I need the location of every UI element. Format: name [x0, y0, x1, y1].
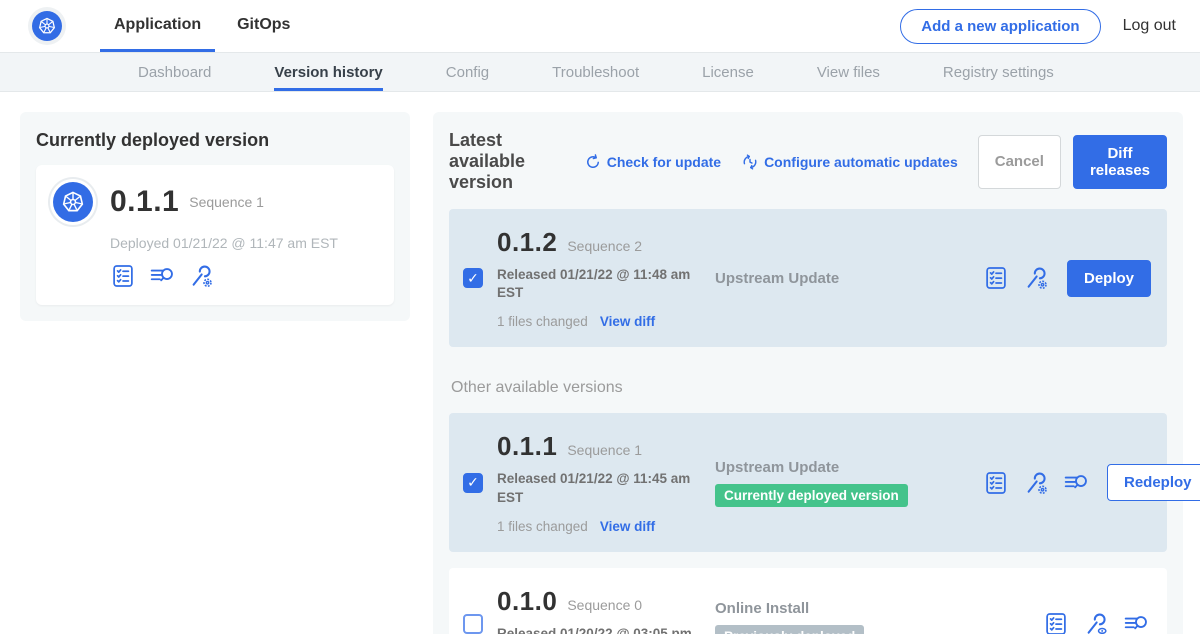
- configure-automatic-updates-link[interactable]: Configure automatic updates: [741, 153, 958, 171]
- version-sequence: Sequence 2: [567, 238, 642, 254]
- edit-config-icon[interactable]: [1023, 470, 1049, 496]
- deployed-timestamp: Deployed 01/21/22 @ 11:47 am EST: [110, 235, 378, 251]
- other-versions-label: Other available versions: [451, 379, 1167, 397]
- version-number: 0.1.2: [497, 227, 557, 258]
- preflight-checks-icon[interactable]: [1043, 611, 1069, 634]
- tab-config[interactable]: Config: [446, 53, 489, 91]
- version-sequence: Sequence 0: [567, 597, 642, 613]
- sub-nav: Dashboard Version history Config Trouble…: [0, 52, 1200, 92]
- app-logo[interactable]: [28, 7, 66, 45]
- deployed-version-number: 0.1.1: [110, 185, 179, 219]
- view-config-icon[interactable]: [1083, 611, 1109, 634]
- tab-license[interactable]: License: [702, 53, 754, 91]
- redeploy-button[interactable]: Redeploy: [1107, 464, 1200, 501]
- deploy-logs-icon[interactable]: [149, 263, 175, 289]
- version-released: Released 01/21/22 @ 11:45 am EST: [497, 470, 697, 506]
- version-released: Released 01/20/22 @ 03:05 pm EST: [497, 625, 697, 634]
- previously-deployed-badge: Previously deployed: [715, 625, 864, 634]
- deploy-logs-icon[interactable]: [1063, 470, 1089, 496]
- refresh-icon: [584, 153, 602, 171]
- cancel-button[interactable]: Cancel: [978, 135, 1061, 189]
- logout-link[interactable]: Log out: [1123, 17, 1176, 35]
- tab-troubleshoot[interactable]: Troubleshoot: [552, 53, 639, 91]
- version-checkbox[interactable]: ✓: [463, 268, 483, 288]
- tab-dashboard[interactable]: Dashboard: [138, 53, 211, 91]
- currently-deployed-panel: Currently deployed version 0.1.1 Sequenc…: [20, 112, 410, 321]
- currently-deployed-badge: Currently deployed version: [715, 484, 908, 507]
- edit-config-icon[interactable]: [188, 263, 214, 289]
- version-number: 0.1.0: [497, 586, 557, 617]
- version-checkbox[interactable]: ✓: [463, 473, 483, 493]
- available-versions-panel: Latest available version Check for updat…: [433, 112, 1183, 634]
- view-diff-link[interactable]: View diff: [600, 314, 655, 329]
- clock-refresh-icon: [741, 153, 759, 171]
- deploy-button[interactable]: Deploy: [1067, 260, 1151, 297]
- files-changed: 1 files changed: [497, 314, 588, 329]
- latest-available-title: Latest available version: [449, 130, 570, 193]
- check-for-update-link[interactable]: Check for update: [584, 153, 721, 171]
- deployed-sequence: Sequence 1: [189, 194, 264, 210]
- version-released: Released 01/21/22 @ 11:48 am EST: [497, 266, 697, 302]
- diff-releases-button[interactable]: Diff releases: [1073, 135, 1167, 189]
- tab-view-files[interactable]: View files: [817, 53, 880, 91]
- preflight-checks-icon[interactable]: [983, 470, 1009, 496]
- preflight-checks-icon[interactable]: [983, 265, 1009, 291]
- currently-deployed-title: Currently deployed version: [36, 130, 394, 151]
- app-icon: [50, 179, 96, 225]
- version-number: 0.1.1: [497, 431, 557, 462]
- preflight-checks-icon[interactable]: [110, 263, 136, 289]
- tab-version-history[interactable]: Version history: [274, 53, 382, 91]
- files-changed: 1 files changed: [497, 519, 588, 534]
- kubernetes-icon: [53, 182, 93, 222]
- top-nav-tabs: Application GitOps: [100, 0, 304, 52]
- version-row-0-1-0: 0.1.0 Sequence 0 Released 01/20/22 @ 03:…: [449, 568, 1167, 634]
- kubernetes-icon: [32, 11, 62, 41]
- top-nav: Application GitOps Add a new application…: [0, 0, 1200, 52]
- version-source: Upstream Update: [715, 270, 983, 287]
- version-checkbox[interactable]: [463, 614, 483, 634]
- tab-application[interactable]: Application: [100, 0, 215, 52]
- version-row-0-1-1: ✓ 0.1.1 Sequence 1 Released 01/21/22 @ 1…: [449, 413, 1167, 551]
- version-sequence: Sequence 1: [567, 442, 642, 458]
- deployed-version-card: 0.1.1 Sequence 1 Deployed 01/21/22 @ 11:…: [36, 165, 394, 305]
- tab-registry-settings[interactable]: Registry settings: [943, 53, 1054, 91]
- view-diff-link[interactable]: View diff: [600, 519, 655, 534]
- add-application-button[interactable]: Add a new application: [900, 9, 1100, 44]
- tab-gitops[interactable]: GitOps: [223, 0, 304, 52]
- version-source: Online Install: [715, 600, 983, 617]
- version-source: Upstream Update: [715, 459, 983, 476]
- deploy-logs-icon[interactable]: [1123, 611, 1149, 634]
- edit-config-icon[interactable]: [1023, 265, 1049, 291]
- version-row-0-1-2: ✓ 0.1.2 Sequence 2 Released 01/21/22 @ 1…: [449, 209, 1167, 347]
